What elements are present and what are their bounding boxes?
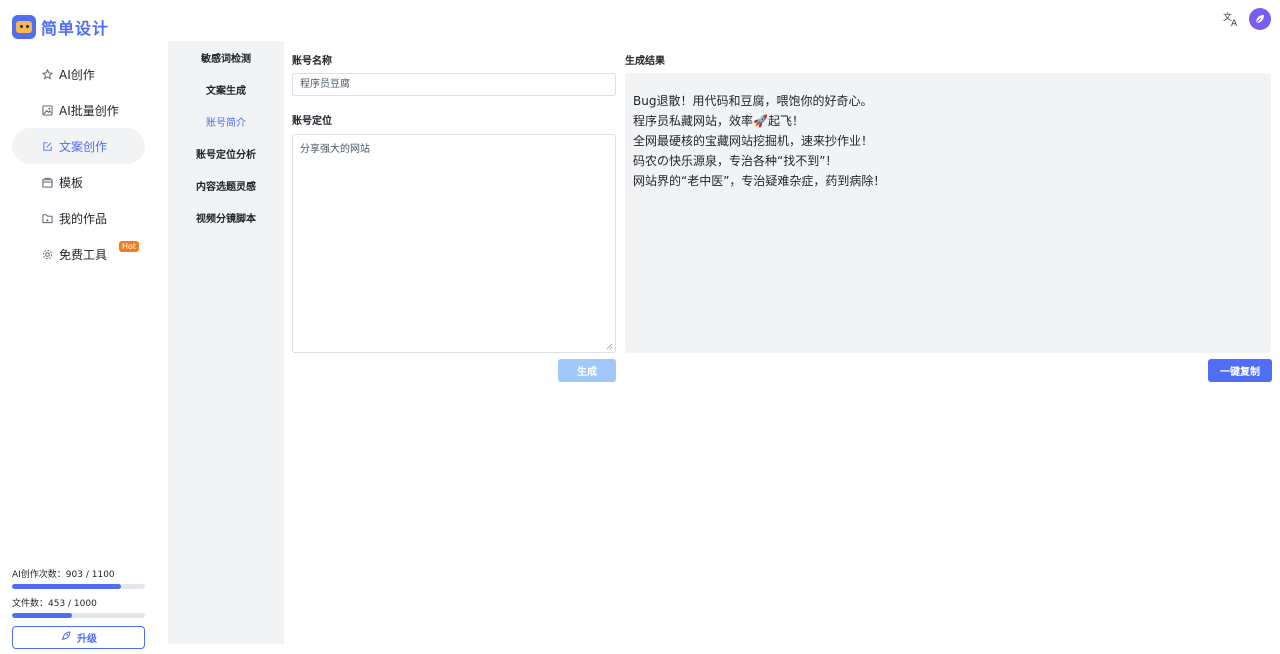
translate-icon[interactable]: 文 A bbox=[1221, 9, 1241, 29]
template-icon bbox=[41, 176, 53, 188]
sidebar-item-label: 文案创作 bbox=[59, 139, 108, 154]
result-line: 网站界的“老中医”，专治疑难杂症，药到病除！ bbox=[633, 174, 886, 188]
result-output[interactable]: Bug退散！用代码和豆腐，喂饱你的好奇心。 程序员私藏网站，效率🚀起飞！ 全网最… bbox=[625, 73, 1271, 353]
result-line: 全网最硬核的宝藏网站挖掘机，速来抄作业！ bbox=[633, 134, 874, 148]
sidebar-item-label: AI创作 bbox=[59, 67, 95, 82]
folder-icon bbox=[41, 212, 53, 224]
sidebar-item-label: 我的作品 bbox=[59, 211, 108, 226]
rocket-icon bbox=[60, 630, 72, 645]
sidebar-item-label: 免费工具 bbox=[59, 247, 108, 262]
files-usage-fill bbox=[12, 613, 73, 618]
submenu-item-video-script[interactable]: 视频分镜脚本 bbox=[168, 201, 284, 233]
sidebar-item-copywriting[interactable]: 文案创作 bbox=[12, 128, 145, 164]
gear-icon bbox=[41, 248, 53, 260]
result-line: Bug退散！用代码和豆腐，喂饱你的好奇心。 bbox=[633, 94, 873, 108]
upgrade-label: 升级 bbox=[77, 634, 97, 645]
leaf-icon bbox=[1255, 15, 1264, 24]
user-avatar[interactable] bbox=[1249, 8, 1271, 30]
files-usage-bar bbox=[12, 613, 145, 618]
logo-icon bbox=[12, 15, 36, 39]
account-name-label: 账号名称 bbox=[292, 56, 332, 67]
svg-text:A: A bbox=[1231, 19, 1238, 28]
ai-usage-fill bbox=[12, 584, 122, 589]
account-name-input[interactable]: 程序员豆腐 bbox=[292, 73, 616, 96]
copy-all-button[interactable]: 一键复制 bbox=[1208, 359, 1272, 382]
sidebar-item-free-tools[interactable]: 免费工具 Hot bbox=[12, 236, 145, 272]
result-label: 生成结果 bbox=[625, 56, 665, 67]
files-usage-label: 文件数：453 / 1000 bbox=[12, 599, 97, 609]
account-position-textarea[interactable]: 分享强大的网站 bbox=[292, 134, 616, 353]
submenu-item-sensitive-words[interactable]: 敏感词检测 bbox=[168, 41, 284, 73]
generate-button[interactable]: 生成 bbox=[558, 359, 616, 382]
resize-grip-icon[interactable] bbox=[606, 343, 613, 350]
hot-badge: Hot bbox=[119, 241, 140, 252]
sidebar-item-my-works[interactable]: 我的作品 bbox=[12, 200, 145, 236]
app-logo[interactable]: 简单设计 bbox=[12, 15, 109, 39]
sidebar-nav: AI创作 AI批量创作 文案创作 模板 我的作品 免费工具 Hot bbox=[12, 56, 145, 272]
edit-icon bbox=[41, 140, 53, 152]
ai-usage-bar bbox=[12, 584, 145, 589]
result-line: 码农の快乐源泉，专治各种“找不到”！ bbox=[633, 154, 838, 168]
account-position-label: 账号定位 bbox=[292, 116, 332, 127]
star-icon bbox=[41, 68, 53, 80]
submenu-item-topic-ideas[interactable]: 内容选题灵感 bbox=[168, 169, 284, 201]
upgrade-button[interactable]: 升级 bbox=[12, 626, 145, 649]
submenu-item-account-bio[interactable]: 账号简介 bbox=[168, 105, 284, 137]
sidebar-item-templates[interactable]: 模板 bbox=[12, 164, 145, 200]
sidebar-item-ai-create[interactable]: AI创作 bbox=[12, 56, 145, 92]
sidebar-item-label: 模板 bbox=[59, 175, 84, 190]
submenu-item-copy-generate[interactable]: 文案生成 bbox=[168, 73, 284, 105]
sidebar-item-ai-batch[interactable]: AI批量创作 bbox=[12, 92, 145, 128]
ai-usage-label: AI创作次数：903 / 1100 bbox=[12, 570, 115, 580]
submenu-item-positioning[interactable]: 账号定位分析 bbox=[168, 137, 284, 169]
result-line: 程序员私藏网站，效率🚀起飞！ bbox=[633, 114, 804, 128]
header-actions: 文 A bbox=[1221, 8, 1271, 30]
app-title: 简单设计 bbox=[41, 19, 110, 38]
textarea-value: 分享强大的网站 bbox=[300, 144, 370, 155]
image-icon bbox=[41, 104, 53, 116]
sidebar-item-label: AI批量创作 bbox=[59, 103, 119, 118]
copywriting-submenu: 敏感词检测 文案生成 账号简介 账号定位分析 内容选题灵感 视频分镜脚本 bbox=[168, 41, 284, 644]
